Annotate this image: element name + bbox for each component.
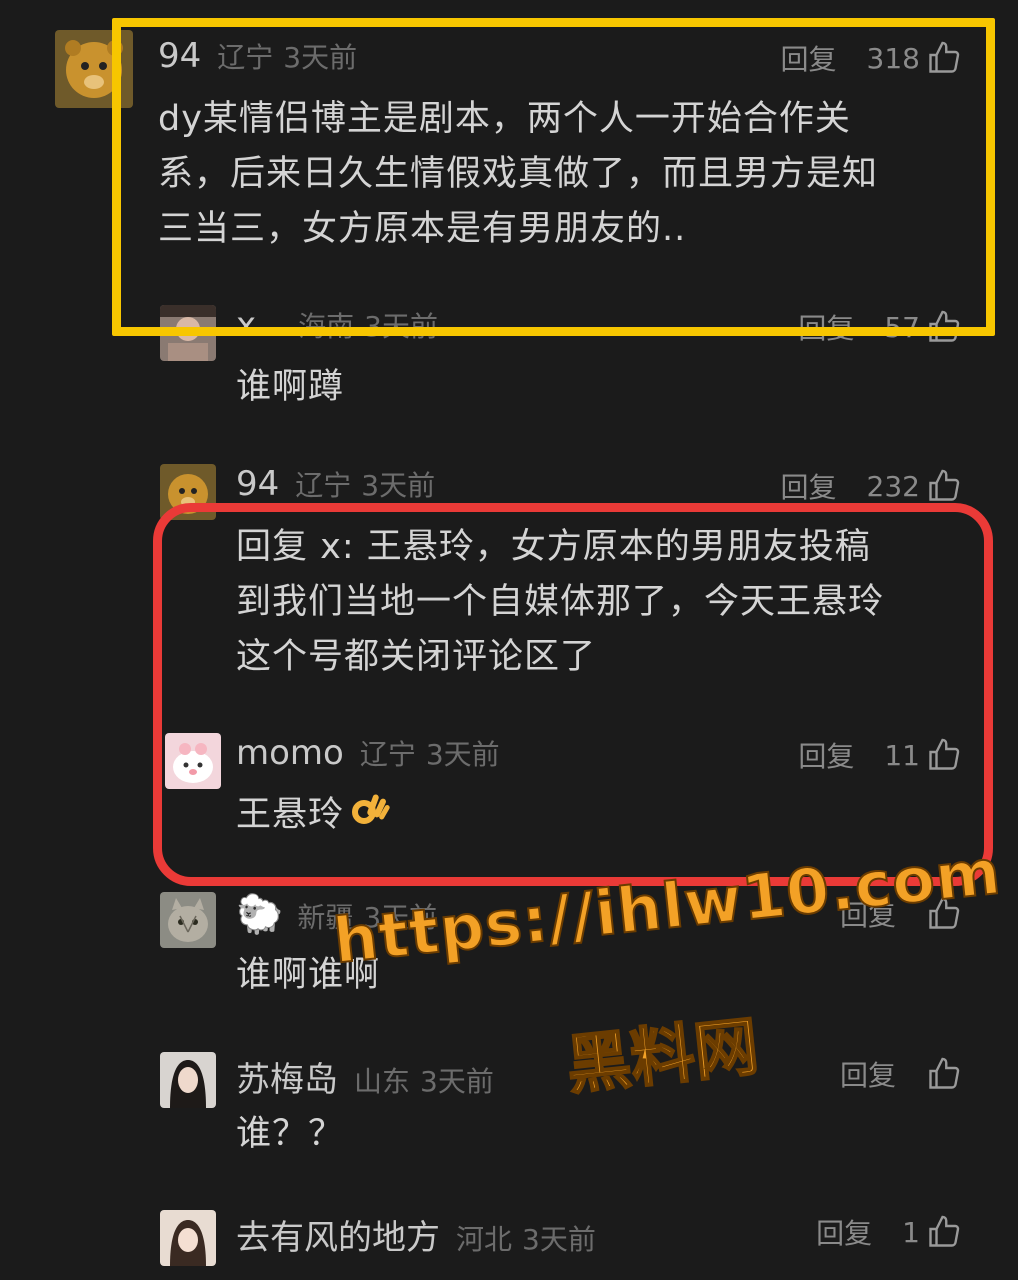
comment-line: 三当三，女方原本是有男朋友的.. xyxy=(158,209,687,249)
username[interactable]: x xyxy=(236,305,256,345)
thumbs-up-icon[interactable] xyxy=(926,1214,962,1250)
comment-text: 谁啊谁啊 xyxy=(236,955,381,995)
avatar[interactable] xyxy=(160,464,216,520)
comment-meta: 94 辽宁 3天前 xyxy=(158,36,357,76)
comment-text: 谁？？ xyxy=(236,1114,345,1154)
like-count: 232 xyxy=(866,469,920,503)
reply-button[interactable]: 回复 xyxy=(816,1212,872,1252)
comment-text: 回复 x: 王悬玲，女方原本的男朋友投稿 到我们当地一个自媒体那了，今天王悬玲 … xyxy=(236,520,956,685)
comment-line: 到我们当地一个自媒体那了，今天王悬玲 xyxy=(236,582,885,622)
comment-meta: momo 辽宁 3天前 xyxy=(236,733,500,773)
comment-actions: 回复 57 xyxy=(798,307,962,347)
comment-meta: 去有风的地方 河北 3天前 xyxy=(236,1210,596,1259)
reply-button[interactable]: 回复 xyxy=(781,466,837,506)
avatar[interactable] xyxy=(160,1052,216,1108)
comment-actions: 回复 xyxy=(840,894,962,934)
reply-button[interactable]: 回复 xyxy=(781,38,837,78)
location: 辽宁 xyxy=(217,41,274,74)
username[interactable]: 🐑 xyxy=(236,892,283,937)
thumbs-up-icon[interactable] xyxy=(926,468,962,504)
reply-button[interactable]: 回复 xyxy=(840,1054,896,1094)
timestamp: 3天前 xyxy=(361,469,436,502)
comment-text: 谁啊蹲 xyxy=(236,367,345,407)
location: 辽宁 xyxy=(295,469,352,502)
comment-line: 王悬玲 xyxy=(236,795,345,835)
watermark-site: 黑料网 xyxy=(562,1009,763,1105)
comment-meta: 94 辽宁 3天前 xyxy=(236,464,435,504)
comment-line: 系，后来日久生情假戏真做了，而且男方是知 xyxy=(158,154,879,194)
timestamp: 3天前 xyxy=(363,901,438,934)
thumbs-up-icon[interactable] xyxy=(926,1056,962,1092)
thumbs-up-icon[interactable] xyxy=(926,309,962,345)
timestamp: 3天前 xyxy=(283,41,358,74)
like-count: 57 xyxy=(884,310,920,344)
avatar[interactable] xyxy=(55,30,133,108)
avatar[interactable] xyxy=(160,1210,216,1266)
avatar[interactable] xyxy=(160,305,216,361)
comment-meta: 🐑 新疆 3天前 xyxy=(236,892,437,937)
username[interactable]: 去有风的地方 xyxy=(236,1210,440,1259)
avatar[interactable] xyxy=(160,892,216,948)
comment-actions: 回复 11 xyxy=(798,735,962,775)
location: 河北 xyxy=(456,1223,513,1256)
comment-actions: 回复 232 xyxy=(781,466,962,506)
timestamp: 3天前 xyxy=(522,1223,596,1256)
location: 山东 xyxy=(354,1065,411,1098)
comment-actions: 回复 xyxy=(840,1054,962,1094)
comment-line: dy某情侣博主是剧本，两个人一开始合作关 xyxy=(158,99,851,139)
username[interactable]: momo xyxy=(236,733,344,773)
username[interactable]: 94 xyxy=(158,36,201,76)
location: 辽宁 xyxy=(359,738,416,771)
comment-actions: 回复 318 xyxy=(781,38,962,78)
ok-hand-icon xyxy=(348,788,392,832)
thumbs-up-icon[interactable] xyxy=(926,737,962,773)
like-count: 318 xyxy=(866,41,920,75)
like-count: 1 xyxy=(902,1215,920,1249)
like-count: 11 xyxy=(884,738,920,772)
username[interactable]: 94 xyxy=(236,464,279,504)
timestamp: 3天前 xyxy=(425,738,500,771)
reply-button[interactable]: 回复 xyxy=(840,894,896,934)
comment-meta: x 海南 3天前 xyxy=(236,305,438,345)
timestamp: 3天前 xyxy=(420,1065,494,1098)
avatar[interactable] xyxy=(165,733,221,789)
comment-text: dy某情侣博主是剧本，两个人一开始合作关 系，后来日久生情假戏真做了，而且男方是… xyxy=(158,92,958,257)
comment-line: 回复 x: 王悬玲，女方原本的男朋友投稿 xyxy=(236,527,871,567)
reply-button[interactable]: 回复 xyxy=(798,735,854,775)
location: 新疆 xyxy=(297,901,354,934)
username[interactable]: 苏梅岛 xyxy=(236,1052,338,1101)
timestamp: 3天前 xyxy=(364,310,438,343)
reply-button[interactable]: 回复 xyxy=(798,307,854,347)
location: 海南 xyxy=(298,310,355,343)
comment-text: 王悬玲 xyxy=(236,788,392,843)
comment-actions: 回复 1 xyxy=(816,1212,962,1252)
thumbs-up-icon[interactable] xyxy=(926,40,962,76)
comment-line: 这个号都关闭评论区了 xyxy=(236,637,597,677)
thumbs-up-icon[interactable] xyxy=(926,896,962,932)
comment-meta: 苏梅岛 山东 3天前 xyxy=(236,1052,494,1101)
